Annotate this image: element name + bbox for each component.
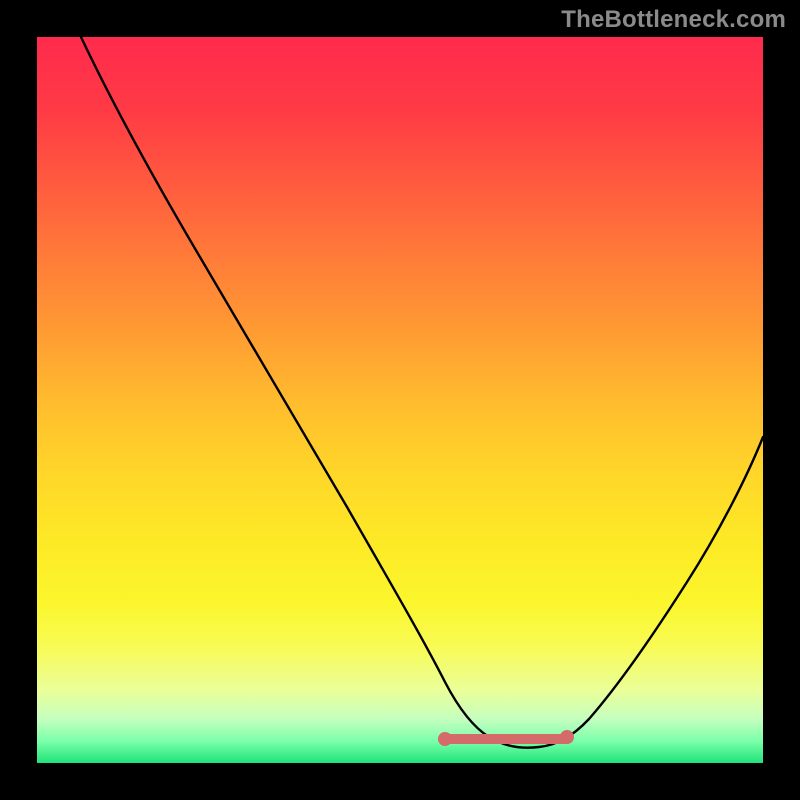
- plateau-end-left: [438, 732, 452, 746]
- chart-frame: TheBottleneck.com: [0, 0, 800, 800]
- curve-layer: [37, 37, 763, 763]
- plateau-end-right: [560, 730, 574, 744]
- watermark-text: TheBottleneck.com: [561, 6, 786, 34]
- plot-area: [37, 37, 763, 763]
- bottleneck-curve: [81, 37, 763, 748]
